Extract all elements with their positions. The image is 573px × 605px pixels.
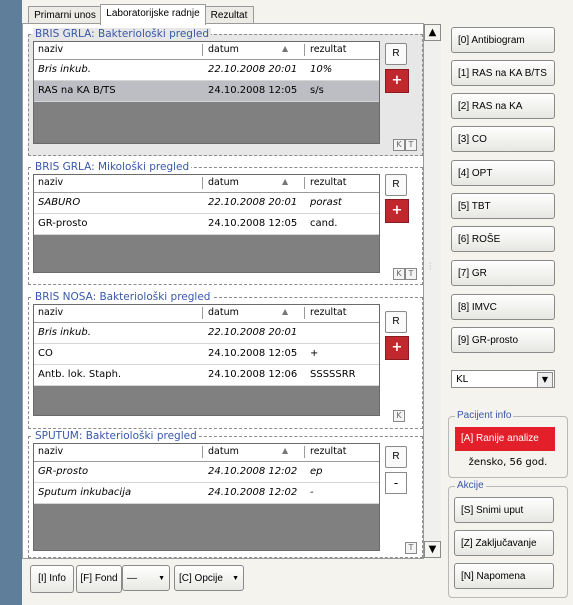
dash-dropdown[interactable]: — ▼ (122, 565, 170, 591)
k-toggle[interactable]: K (393, 410, 405, 422)
panel-title: BRIS GRLA: Bakteriološki pregled (33, 28, 212, 40)
patient-info-group: Pacijent info [A] Ranije analize žensko,… (448, 410, 568, 478)
co-button[interactable]: [3] CO (451, 126, 555, 152)
kl-select[interactable]: KL ▼ (451, 370, 555, 388)
table-row[interactable]: Antb. lok. Staph. 24.10.2008 12:06 SSSSS… (34, 365, 379, 386)
results-grid[interactable]: naziv datum ▲ rezultat Bris inkub. 22.10… (33, 304, 380, 416)
lock-button[interactable]: [Z] Zaključavanje (454, 530, 554, 556)
col-rezultat[interactable]: rezultat (310, 446, 346, 457)
previous-analyses-button[interactable]: [A] Ranije analize (455, 427, 555, 451)
actions-group: Akcije [S] Snimi uput [Z] Zaključavanje … (448, 480, 568, 598)
grid-header: naziv datum ▲ rezultat (34, 444, 379, 462)
remove-button[interactable]: - (385, 472, 407, 494)
add-button[interactable]: + (385, 199, 409, 223)
k-toggle[interactable]: K (393, 268, 405, 280)
info-button[interactable]: [I] Info (30, 565, 74, 593)
panel-title: SPUTUM: Bakteriološki pregled (33, 430, 199, 442)
col-datum[interactable]: datum (208, 177, 239, 188)
imvc-button[interactable]: [8] IMVC (451, 294, 555, 320)
actions-label: Akcije (455, 480, 486, 491)
col-rezultat[interactable]: rezultat (310, 307, 346, 318)
tab-rezultat[interactable]: Rezultat (204, 6, 254, 24)
table-row[interactable]: SABURO 22.10.2008 20:01 porast (34, 193, 379, 214)
ras-na-ka-button[interactable]: [2] RAS na KA (451, 93, 555, 119)
panel-title: BRIS GRLA: Mikološki pregled (33, 161, 192, 173)
opt-button[interactable]: [4] OPT (451, 160, 555, 186)
grid-header: naziv datum ▲ rezultat (34, 175, 379, 193)
antibiogram-button[interactable]: [0] Antibiogram (451, 27, 555, 53)
save-referral-button[interactable]: [S] Snimi uput (454, 497, 554, 523)
chevron-down-icon[interactable]: ▼ (537, 372, 553, 388)
t-toggle[interactable]: T (405, 268, 417, 280)
add-button[interactable]: + (385, 336, 409, 360)
col-naziv[interactable]: naziv (38, 177, 63, 188)
patient-info-label: Pacijent info (455, 410, 514, 421)
vertical-scrollbar[interactable]: ▲ · · · ▼ (424, 24, 441, 558)
r-button[interactable]: R (385, 446, 407, 468)
table-row[interactable]: RAS na KA B/TS 24.10.2008 12:05 s/s (34, 81, 379, 102)
col-datum[interactable]: datum (208, 446, 239, 457)
panel-title: BRIS NOSA: Bakteriološki pregled (33, 291, 213, 303)
table-row[interactable]: Bris inkub. 22.10.2008 20:01 (34, 323, 379, 344)
scroll-down-icon[interactable]: ▼ (424, 541, 441, 558)
note-button[interactable]: [N] Napomena (454, 563, 554, 589)
col-datum[interactable]: datum (208, 307, 239, 318)
chevron-down-icon: ▼ (158, 575, 165, 582)
tab-laboratorijske-radnje[interactable]: Laboratorijske radnje (100, 4, 206, 25)
gr-button[interactable]: [7] GR (451, 260, 555, 286)
r-button[interactable]: R (385, 43, 407, 65)
r-button[interactable]: R (385, 311, 407, 333)
scroll-up-icon[interactable]: ▲ (424, 24, 441, 41)
table-row[interactable]: GR-prosto 24.10.2008 12:02 ep (34, 462, 379, 483)
grid-header: naziv datum ▲ rezultat (34, 305, 379, 323)
tbt-button[interactable]: [5] TBT (451, 193, 555, 219)
col-rezultat[interactable]: rezultat (310, 177, 346, 188)
panel-bris-grla-bakterioloski[interactable]: BRIS GRLA: Bakteriološki pregled naziv d… (28, 28, 423, 156)
lab-panels-area: BRIS GRLA: Bakteriološki pregled naziv d… (22, 23, 424, 559)
scroll-grip-icon[interactable]: · · · (429, 260, 435, 274)
sort-asc-icon: ▲ (282, 44, 289, 53)
r-button[interactable]: R (385, 174, 407, 196)
panel-bris-nosa-bakterioloski[interactable]: BRIS NOSA: Bakteriološki pregled naziv d… (28, 291, 423, 429)
add-button[interactable]: + (385, 69, 409, 93)
patient-summary: žensko, 56 god. (468, 457, 548, 468)
results-grid[interactable]: naziv datum ▲ rezultat SABURO 22.10.2008… (33, 174, 380, 273)
tab-primarni-unos[interactable]: Primarni unos (28, 6, 102, 24)
col-naziv[interactable]: naziv (38, 44, 63, 55)
panel-bris-grla-mikoloski[interactable]: BRIS GRLA: Mikološki pregled naziv datum… (28, 161, 423, 285)
col-naziv[interactable]: naziv (38, 446, 63, 457)
col-naziv[interactable]: naziv (38, 307, 63, 318)
panel-sputum-bakterioloski[interactable]: SPUTUM: Bakteriološki pregled naziv datu… (28, 430, 423, 558)
table-row[interactable]: CO 24.10.2008 12:05 + (34, 344, 379, 365)
col-rezultat[interactable]: rezultat (310, 44, 346, 55)
results-grid[interactable]: naziv datum ▲ rezultat GR-prosto 24.10.2… (33, 443, 380, 551)
col-datum[interactable]: datum (208, 44, 239, 55)
table-row[interactable]: Bris inkub. 22.10.2008 20:01 10% (34, 60, 379, 81)
sort-asc-icon: ▲ (282, 446, 289, 455)
fond-button[interactable]: [F] Fond (76, 565, 122, 593)
rose-button[interactable]: [6] ROŠE (451, 226, 555, 252)
table-row[interactable]: GR-prosto 24.10.2008 12:05 cand. (34, 214, 379, 235)
opcije-dropdown[interactable]: [C] Opcije ▼ (174, 565, 244, 591)
table-row[interactable]: Sputum inkubacija 24.10.2008 12:02 - (34, 483, 379, 504)
grid-header: naziv datum ▲ rezultat (34, 42, 379, 60)
chevron-down-icon: ▼ (232, 575, 239, 582)
t-toggle[interactable]: T (405, 139, 417, 151)
k-toggle[interactable]: K (393, 139, 405, 151)
sort-asc-icon: ▲ (282, 177, 289, 186)
sort-asc-icon: ▲ (282, 307, 289, 316)
t-toggle[interactable]: T (405, 542, 417, 554)
results-grid[interactable]: naziv datum ▲ rezultat Bris inkub. 22.10… (33, 41, 380, 144)
gr-prosto-button[interactable]: [9] GR-prosto (451, 327, 555, 353)
ras-na-ka-bts-button[interactable]: [1] RAS na KA B/TS (451, 60, 555, 86)
